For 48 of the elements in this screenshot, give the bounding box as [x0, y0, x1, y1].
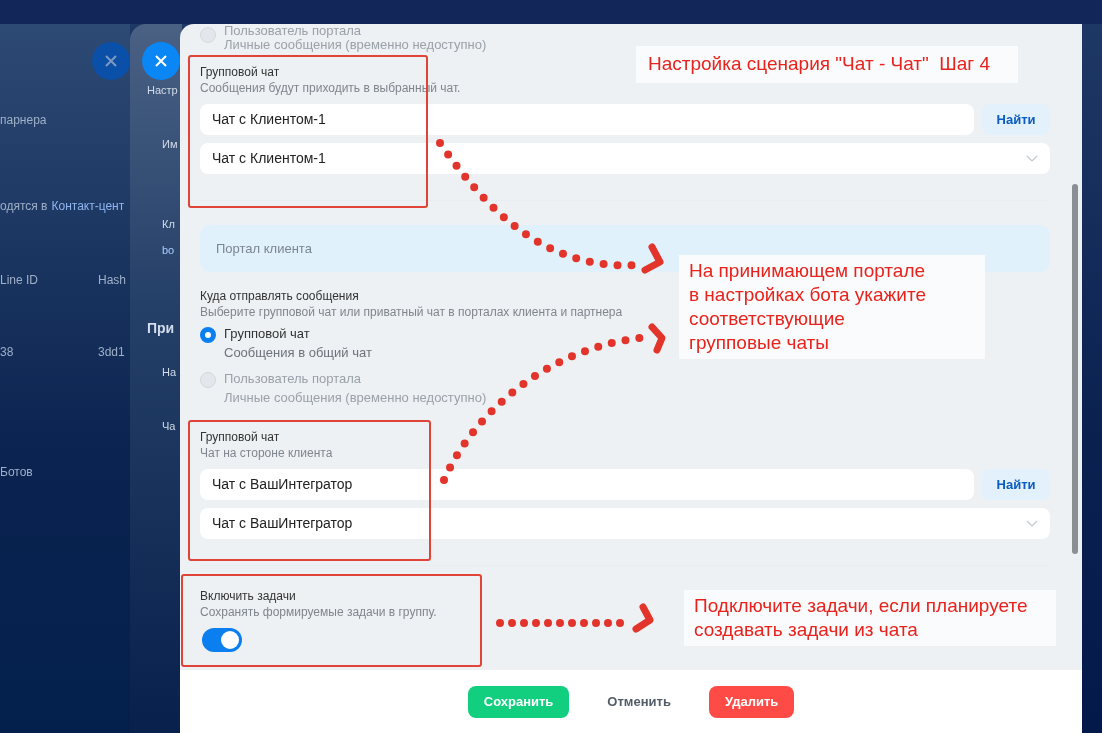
field-hint: Чат на стороне клиента — [200, 446, 333, 460]
close-button[interactable] — [142, 42, 180, 80]
text: Настр — [147, 84, 178, 96]
table-cell: Hash — [98, 272, 126, 288]
field-label: Групповой чат — [200, 65, 280, 79]
find-button[interactable]: Найти — [982, 469, 1050, 500]
delete-button[interactable]: Удалить — [708, 685, 795, 718]
search-field[interactable]: Чат с Клиентом-1 — [200, 104, 974, 135]
option-hint: Сообщения в общий чат — [224, 345, 372, 360]
close-button[interactable] — [92, 42, 130, 80]
link[interactable]: bo — [162, 244, 175, 256]
field-hint: Выберите групповой чат или приватный чат в порталах клиента и партнера — [200, 305, 623, 319]
text: Ботов — [0, 464, 33, 480]
close-icon — [104, 54, 118, 68]
find-button[interactable]: Найти — [982, 104, 1050, 135]
text: Ча — [162, 420, 176, 432]
annotation-callout: Подключите задачи, если планируете создавать задачи из чата — [684, 590, 1056, 646]
close-icon — [154, 54, 168, 68]
radio-button[interactable] — [200, 327, 216, 343]
chat-select[interactable]: Чат с ВашИнтегратор — [200, 508, 1050, 539]
table-cell-text: Line ID — [0, 272, 40, 288]
annotation-title: Настройка сценария "Чат - Чат" Шаг 4 — [636, 46, 1018, 83]
field-label: Куда отправлять сообщения — [200, 289, 359, 303]
text: одятся в — [0, 198, 48, 214]
option-label: Групповой чат — [224, 326, 310, 341]
option-label: Пользователь портала — [224, 24, 362, 38]
cancel-button[interactable]: Отменить — [591, 685, 687, 718]
field-hint: Сохранять формируемые задачи в группу. — [200, 605, 437, 619]
table-cell: 3dd1 — [98, 344, 125, 360]
toggle-switch[interactable] — [202, 628, 242, 652]
search-field[interactable]: Чат с ВашИнтегратор — [200, 469, 974, 500]
text: парнера — [0, 112, 47, 128]
link[interactable]: Контакт-цент — [51, 198, 125, 214]
field-label: Групповой чат — [200, 430, 280, 444]
option-label: Пользователь портала — [224, 371, 362, 386]
heading: При — [147, 320, 175, 336]
table-cell-text: 38 — [0, 344, 15, 360]
option-hint: Личные сообщения (временно недоступно) — [224, 37, 487, 52]
chevron-down-icon — [1026, 520, 1038, 527]
scrollbar-thumb[interactable] — [1072, 184, 1078, 554]
text: Кл — [162, 218, 175, 230]
chevron-down-icon — [1026, 155, 1038, 162]
option-hint: Личные сообщения (временно недоступно) — [224, 390, 487, 405]
annotation-callout: На принимающем портале в настройках бота укажите соответствующие групповые чаты — [679, 255, 985, 359]
text: На — [162, 366, 177, 378]
field-label: Включить задачи — [200, 589, 296, 603]
text: Им — [162, 138, 178, 150]
chat-select[interactable]: Чат с Клиентом-1 — [200, 143, 1050, 174]
